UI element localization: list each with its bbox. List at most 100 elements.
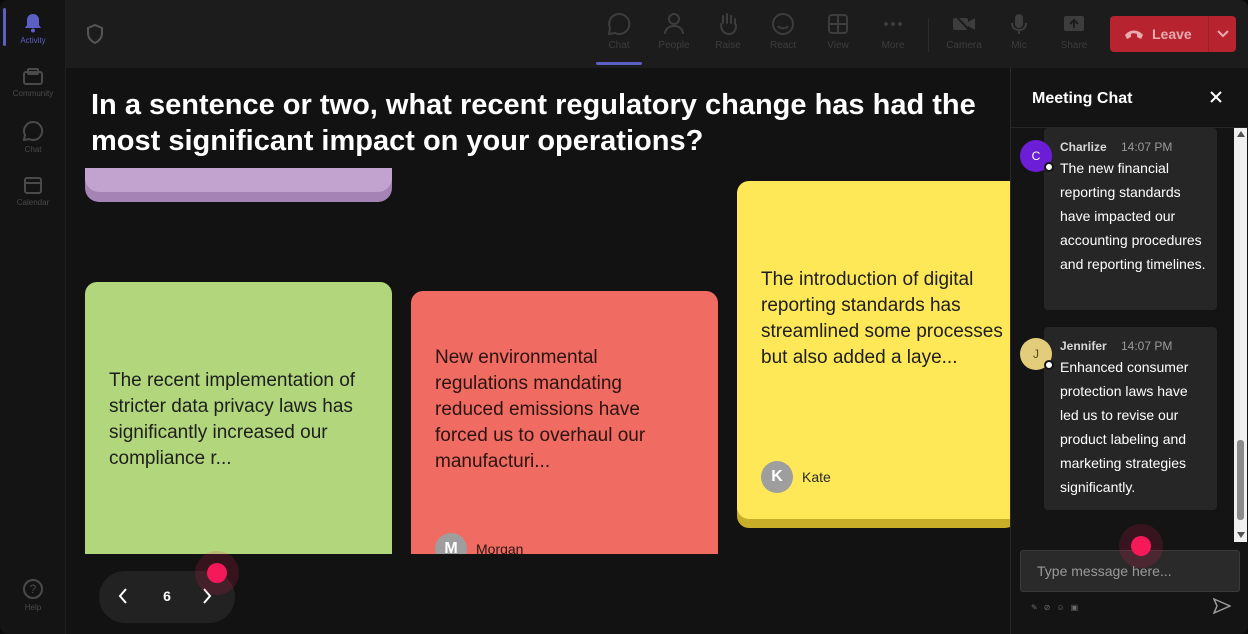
rail-item-help[interactable]: ? Help [0, 570, 66, 620]
presence-dot [1044, 162, 1054, 172]
next-page-button[interactable] [201, 587, 213, 610]
avatar: K [761, 461, 793, 493]
toolbar-raise-label: Raise [715, 40, 741, 51]
sticky-note-partial[interactable] [85, 168, 392, 202]
share-screen-icon [1064, 16, 1084, 31]
toolbar-divider [928, 18, 929, 52]
message-author: Jennifer [1060, 339, 1107, 353]
community-icon [23, 68, 43, 85]
smiley-icon [772, 13, 794, 35]
hang-up-icon [1125, 30, 1143, 39]
message-author: Charlize [1060, 140, 1107, 154]
previous-page-button[interactable] [117, 587, 129, 610]
avatar: C [1020, 140, 1054, 172]
gif-icon[interactable]: ▣ [1071, 603, 1079, 612]
toolbar-share-label: Share [1060, 40, 1088, 51]
toolbar-mic-button[interactable]: Mic [995, 10, 1043, 60]
meeting-window: Activity Community Chat Calendar ? Help … [0, 0, 1248, 634]
chat-title: Meeting Chat [1032, 90, 1133, 107]
raise-hand-icon [720, 13, 737, 36]
sticky-note-face [85, 168, 392, 192]
svg-text:?: ? [30, 582, 37, 596]
message-text: Enhanced consumer protection laws have l… [1060, 359, 1189, 495]
calendar-icon [24, 177, 42, 194]
chat-message-input[interactable]: Type message here... [1020, 550, 1240, 592]
rail-label-chat: Chat [24, 145, 42, 154]
close-icon [1210, 91, 1222, 103]
avatar-initial: J [1033, 347, 1039, 361]
format-toolbar: ✎ ⊘ ☺ ▣ [1031, 603, 1078, 612]
avatar: J [1020, 338, 1054, 370]
toolbar-view-label: View [827, 40, 849, 51]
rail-item-calendar[interactable]: Calendar [0, 166, 66, 216]
card-text: The introduction of digital reporting st… [761, 269, 1003, 368]
bell-icon [25, 14, 41, 33]
app-rail: Activity Community Chat Calendar ? Help [0, 0, 66, 634]
toolbar-react-button[interactable]: React [759, 10, 807, 60]
shield-icon[interactable] [86, 23, 104, 49]
format-icon[interactable]: ✎ [1031, 603, 1038, 612]
leave-button[interactable]: Leave [1110, 16, 1236, 52]
message-time: 14:07 PM [1121, 339, 1173, 353]
scroll-thumb[interactable] [1237, 440, 1244, 520]
toolbar-chat-label: Chat [608, 40, 630, 51]
message-text: The new financial reporting standards ha… [1060, 160, 1206, 272]
toolbar-people-label: People [658, 40, 690, 51]
sticky-note-card[interactable]: The recent implementation of stricter da… [85, 282, 392, 572]
chat-message: Jennifer 14:07 PM Enhanced consumer prot… [1044, 327, 1217, 510]
meeting-chat-panel: Meeting Chat Charlize 14:07 PM The new f… [1010, 68, 1248, 634]
leave-main[interactable]: Leave [1110, 16, 1208, 52]
message-time: 14:07 PM [1121, 140, 1173, 154]
toolbar-more-button[interactable]: More [869, 10, 917, 60]
toolbar-people-button[interactable]: People [650, 10, 698, 60]
chat-scrollbar[interactable] [1234, 128, 1247, 542]
card-text: New environmental regulations mandating … [435, 347, 646, 472]
chat-bubble-icon [22, 120, 44, 142]
rail-item-community[interactable]: Community [0, 58, 66, 108]
page-number: 6 [163, 588, 171, 604]
rail-label-community: Community [12, 89, 54, 98]
rail-label-help: Help [24, 603, 42, 612]
scroll-up-arrow[interactable] [1237, 131, 1245, 137]
presence-dot [1044, 360, 1054, 370]
chat-message: Charlize 14:07 PM The new financial repo… [1044, 128, 1217, 310]
toolbar-camera-label: Camera [946, 40, 982, 51]
send-icon [1212, 597, 1232, 615]
active-tab-indicator [596, 62, 642, 65]
toolbar-raise-button[interactable]: Raise [704, 10, 752, 60]
chevron-down-icon [1216, 30, 1229, 38]
toolbar-camera-button[interactable]: Camera [940, 10, 988, 60]
chevron-right-icon [203, 588, 212, 604]
meeting-toolbar: Chat People Raise React View More Camera [66, 0, 1248, 68]
help-icon: ? [23, 579, 43, 599]
chevron-left-icon [118, 588, 127, 604]
camera-off-icon [953, 13, 975, 35]
sticky-note-card[interactable]: New environmental regulations mandating … [411, 291, 718, 581]
rail-item-activity[interactable]: Activity [0, 4, 66, 54]
leave-label: Leave [1152, 26, 1192, 42]
toolbar-share-button[interactable]: Share [1050, 10, 1098, 60]
send-button[interactable] [1212, 597, 1232, 619]
attach-icon[interactable]: ⊘ [1044, 603, 1051, 612]
toolbar-react-label: React [769, 40, 797, 51]
whiteboard-stage: In a sentence or two, what recent regula… [66, 68, 1010, 634]
author-name: Kate [802, 469, 831, 485]
chat-header: Meeting Chat [1011, 68, 1248, 128]
toolbar-view-button[interactable]: View [814, 10, 862, 60]
card-author: K Kate [761, 461, 831, 493]
leave-dropdown[interactable] [1209, 30, 1236, 38]
toolbar-chat-button[interactable]: Chat [595, 10, 643, 60]
microphone-icon [1011, 14, 1027, 34]
cursor-indicator [1131, 536, 1151, 556]
sticky-note-card[interactable]: The introduction of digital reporting st… [737, 181, 1010, 519]
rail-label-activity: Activity [20, 36, 46, 45]
toolbar-mic-label: Mic [1011, 40, 1027, 51]
avatar-initial: C [1031, 149, 1041, 163]
scroll-down-arrow[interactable] [1237, 532, 1245, 538]
more-dots-icon [884, 22, 902, 26]
close-chat-button[interactable] [1209, 90, 1223, 109]
emoji-icon[interactable]: ☺ [1056, 603, 1064, 612]
card-text: The recent implementation of stricter da… [109, 370, 356, 469]
rail-item-chat[interactable]: Chat [0, 112, 66, 162]
cursor-indicator [207, 563, 227, 583]
